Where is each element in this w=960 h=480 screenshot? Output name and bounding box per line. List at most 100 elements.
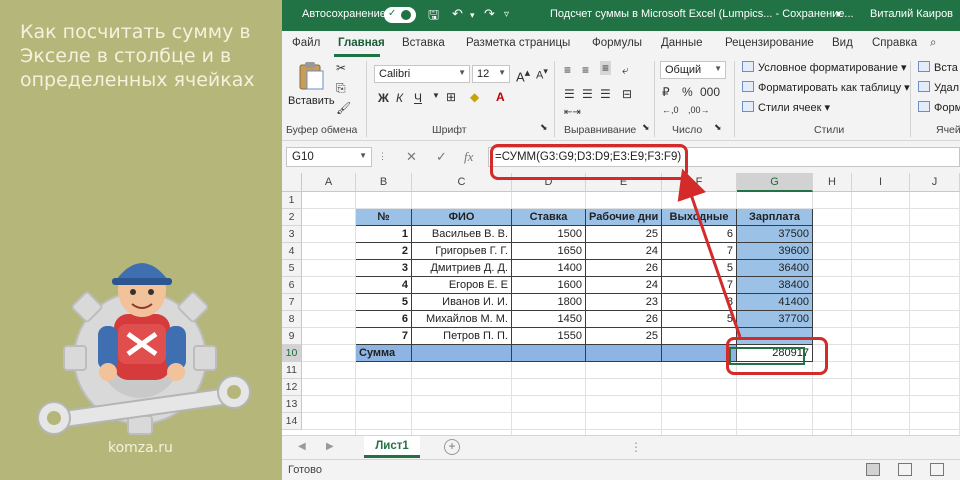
merge-cells-icon[interactable]: ⊟ bbox=[622, 87, 632, 101]
scroll-left-icon[interactable]: ◀ bbox=[298, 441, 306, 452]
conditional-formatting-button[interactable]: Условное форматирование ▾ bbox=[742, 61, 907, 74]
table-cell[interactable]: 38400 bbox=[737, 277, 813, 294]
table-cell[interactable]: 25 bbox=[586, 226, 662, 243]
dropdown-arrow-icon[interactable]: ▾ bbox=[836, 9, 841, 20]
number-format-select[interactable]: Общий ▼ bbox=[660, 61, 726, 79]
table-cell[interactable]: Григорьев Г. Г. bbox=[412, 243, 512, 260]
table-cell[interactable]: Васильев В. В. bbox=[412, 226, 512, 243]
format-as-table-button[interactable]: Форматировать как таблицу ▾ bbox=[742, 81, 910, 94]
dialog-launcher-icon[interactable]: ⬊ bbox=[642, 122, 650, 133]
add-sheet-button[interactable]: + bbox=[444, 439, 460, 455]
table-cell[interactable]: 1400 bbox=[512, 260, 586, 277]
search-icon[interactable]: ⌕ bbox=[930, 37, 936, 50]
table-cell[interactable]: 39600 bbox=[737, 243, 813, 260]
table-cell[interactable]: 7 bbox=[662, 243, 737, 260]
align-top-icon[interactable]: ≡ bbox=[564, 63, 571, 77]
align-center-icon[interactable]: ☰ bbox=[582, 87, 593, 101]
table-cell[interactable]: 6 bbox=[662, 226, 737, 243]
decrease-font-icon[interactable]: A▾ bbox=[536, 66, 548, 82]
cell-styles-button[interactable]: Стили ячеек ▾ bbox=[742, 101, 830, 114]
tab-data[interactable]: Данные bbox=[661, 37, 703, 49]
row-header[interactable]: 3 bbox=[282, 226, 302, 243]
table-cell[interactable]: 1800 bbox=[512, 294, 586, 311]
fill-color-icon[interactable]: ◆ bbox=[470, 90, 479, 104]
row-header[interactable]: 14 bbox=[282, 413, 302, 430]
enter-icon[interactable]: ✓ bbox=[436, 149, 447, 165]
tab-page-layout[interactable]: Разметка страницы bbox=[466, 37, 570, 49]
autosave-toggle[interactable]: ✓ bbox=[384, 7, 416, 23]
row-header[interactable]: 11 bbox=[282, 362, 302, 379]
page-layout-view-button[interactable] bbox=[898, 463, 912, 476]
table-cell[interactable]: 1 bbox=[356, 226, 412, 243]
column-header[interactable]: B bbox=[356, 173, 412, 192]
table-header-cell[interactable]: ФИО bbox=[412, 209, 512, 226]
row-header[interactable]: 2 bbox=[282, 209, 302, 226]
dialog-launcher-icon[interactable]: ⬊ bbox=[714, 122, 722, 133]
page-break-view-button[interactable] bbox=[930, 463, 944, 476]
copy-icon[interactable]: ⎘ bbox=[336, 81, 346, 96]
column-header[interactable]: G bbox=[737, 173, 813, 192]
row-header[interactable]: 4 bbox=[282, 243, 302, 260]
cut-icon[interactable]: ✂ bbox=[336, 61, 346, 75]
table-cell[interactable]: 36400 bbox=[737, 260, 813, 277]
table-header-cell[interactable]: Зарплата bbox=[737, 209, 813, 226]
font-name-select[interactable]: Calibri ▼ bbox=[374, 65, 470, 83]
table-cell[interactable]: 4 bbox=[356, 277, 412, 294]
column-header[interactable]: A bbox=[302, 173, 356, 192]
save-icon[interactable]: 🖫 bbox=[428, 6, 439, 28]
row-header[interactable]: 7 bbox=[282, 294, 302, 311]
row-header[interactable]: 12 bbox=[282, 379, 302, 396]
tab-file[interactable]: Файл bbox=[292, 37, 320, 49]
column-header[interactable]: H bbox=[813, 173, 852, 192]
table-cell[interactable]: 1450 bbox=[512, 311, 586, 328]
cancel-icon[interactable]: ✕ bbox=[406, 149, 417, 165]
table-cell[interactable]: 37700 bbox=[737, 311, 813, 328]
table-cell[interactable]: 24 bbox=[586, 277, 662, 294]
table-cell[interactable]: 6 bbox=[356, 311, 412, 328]
table-cell[interactable]: Егоров Е. Е bbox=[412, 277, 512, 294]
table-header-cell[interactable]: Ставка bbox=[512, 209, 586, 226]
insert-cells-button[interactable]: Вста bbox=[918, 61, 958, 74]
table-cell[interactable]: 24 bbox=[586, 243, 662, 260]
column-header[interactable]: I bbox=[852, 173, 910, 192]
undo-icon[interactable]: ↶ bbox=[452, 6, 463, 22]
table-header-cell[interactable]: Выходные bbox=[662, 209, 737, 226]
table-cell[interactable]: 23 bbox=[586, 294, 662, 311]
table-header-cell[interactable]: № bbox=[356, 209, 412, 226]
align-right-icon[interactable]: ☰ bbox=[600, 87, 611, 101]
currency-icon[interactable]: ₽ bbox=[662, 85, 670, 99]
sum-empty-cell[interactable] bbox=[512, 345, 586, 362]
select-all-corner[interactable] bbox=[282, 173, 302, 192]
table-cell[interactable]: 7 bbox=[662, 277, 737, 294]
table-cell[interactable]: 1550 bbox=[512, 328, 586, 345]
table-cell[interactable]: 37500 bbox=[737, 226, 813, 243]
table-cell[interactable]: Дмитриев Д. Д. bbox=[412, 260, 512, 277]
chevron-down-icon[interactable]: ▼ bbox=[432, 91, 440, 100]
table-cell[interactable]: Иванов И. И. bbox=[412, 294, 512, 311]
table-cell[interactable]: Михайлов М. М. bbox=[412, 311, 512, 328]
sum-empty-cell[interactable] bbox=[412, 345, 512, 362]
dialog-launcher-icon[interactable]: ⬊ bbox=[540, 122, 548, 133]
sheet-tab-active[interactable]: Лист1 bbox=[364, 436, 420, 458]
table-cell[interactable]: 8 bbox=[662, 294, 737, 311]
sum-label-cell[interactable]: Сумма bbox=[356, 345, 412, 362]
bold-button[interactable]: Ж bbox=[378, 91, 389, 105]
row-header[interactable]: 10 bbox=[282, 345, 302, 362]
table-cell[interactable]: 3 bbox=[356, 260, 412, 277]
row-header[interactable]: 13 bbox=[282, 396, 302, 413]
format-cells-button[interactable]: Форм bbox=[918, 101, 960, 114]
increase-decimal-icon[interactable]: ←,0 bbox=[662, 105, 679, 115]
spreadsheet-grid[interactable]: A B C D E F G H I J 1 2 3 4 5 6 7 8 9 10 11 12 13 14 № ФИО Ставка Р… bbox=[282, 173, 960, 435]
table-cell[interactable]: 26 bbox=[586, 311, 662, 328]
tab-splitter-icon[interactable]: ⋮ bbox=[630, 440, 642, 454]
table-cell[interactable]: 25 bbox=[586, 328, 662, 345]
font-color-icon[interactable]: A bbox=[496, 90, 505, 104]
redo-icon[interactable]: ↷ bbox=[484, 6, 495, 22]
tab-formulas[interactable]: Формулы bbox=[592, 37, 642, 49]
tab-view[interactable]: Вид bbox=[832, 37, 853, 49]
table-cell[interactable]: 26 bbox=[586, 260, 662, 277]
name-box[interactable]: G10 ▼ bbox=[286, 147, 372, 167]
underline-button[interactable]: Ч bbox=[414, 91, 422, 105]
scroll-right-icon[interactable]: ▶ bbox=[326, 441, 334, 452]
customize-toolbar-icon[interactable]: ▿ bbox=[504, 9, 509, 20]
